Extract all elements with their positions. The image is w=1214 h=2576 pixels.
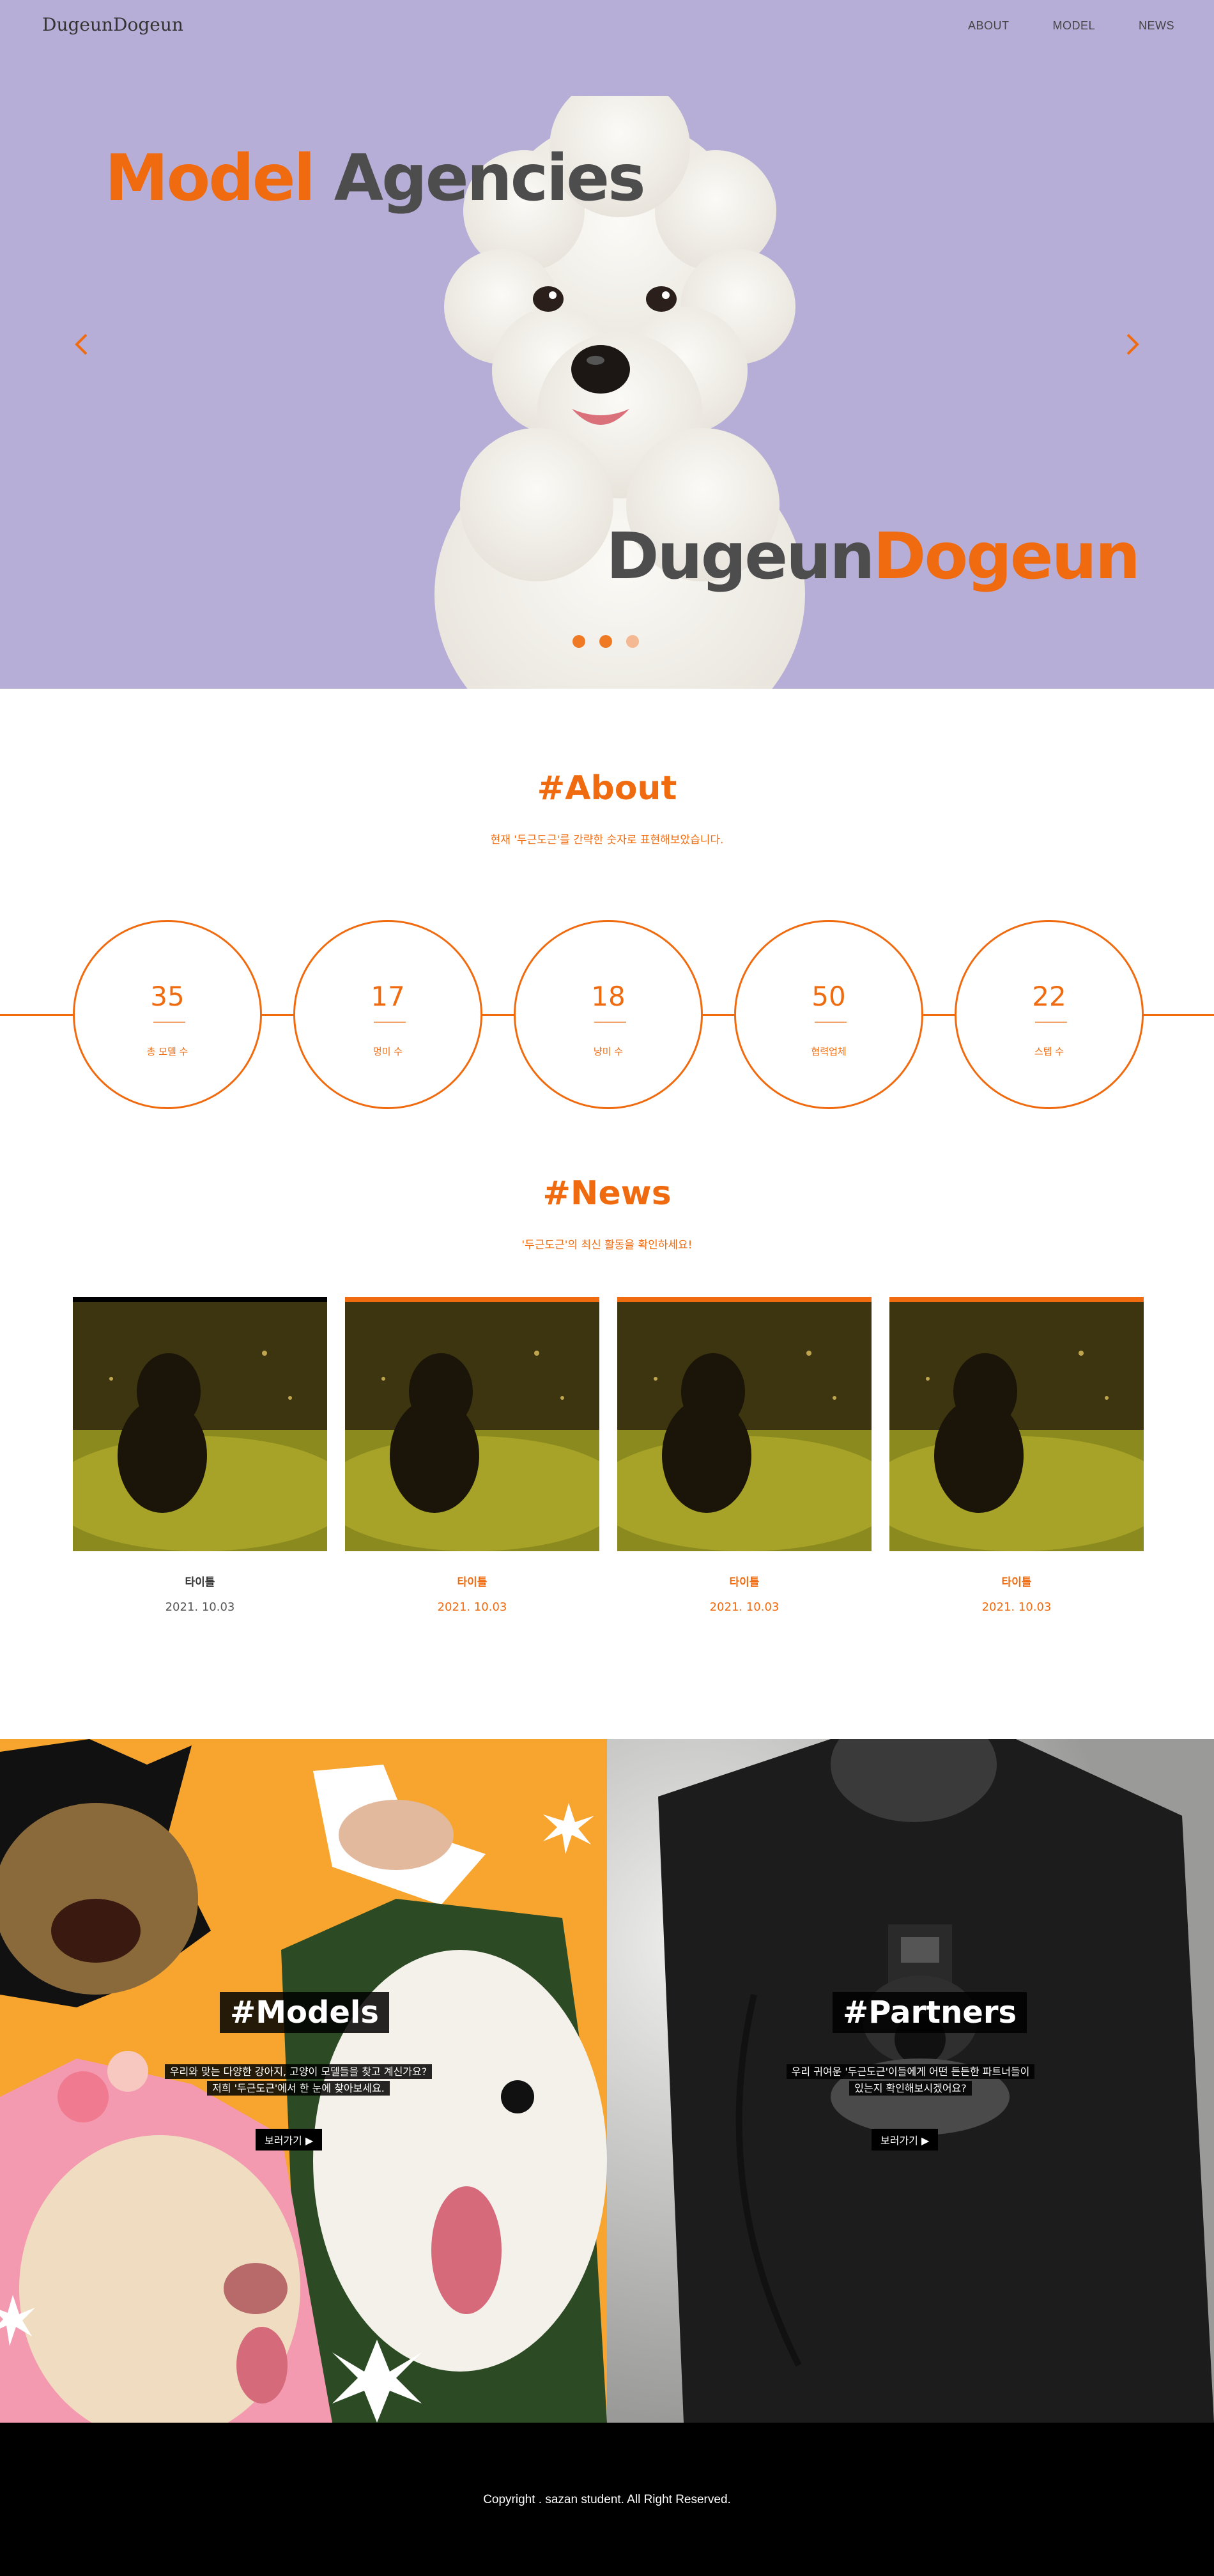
- stat-circle: 17 멍미 수: [293, 920, 482, 1109]
- hero-brand: DugeunDogeun: [606, 519, 1141, 594]
- partners-text-line-1: 우리 귀여운 '두근도근'이들에게 어떤 든든한 파트너들이: [786, 2064, 1035, 2079]
- about-title: #About: [537, 769, 677, 808]
- nav-model[interactable]: MODEL: [1052, 19, 1095, 33]
- news-title: #News: [542, 1174, 672, 1213]
- news-card[interactable]: 타이틀 2021. 10.03: [73, 1297, 327, 1614]
- news-card-date: 2021. 10.03: [981, 1600, 1052, 1614]
- about-subtitle: 현재 '두근도근'를 간략한 숫자로 표현해보았습니다.: [490, 834, 724, 847]
- stat-label: 멍미 수: [373, 1046, 403, 1057]
- news-card-title: 타이틀: [1001, 1576, 1032, 1589]
- hero-brand-highlight: Dogeun: [873, 519, 1141, 594]
- nav-about[interactable]: ABOUT: [968, 19, 1010, 33]
- news-thumbnail: [345, 1297, 599, 1551]
- news-card-date: 2021. 10.03: [165, 1600, 235, 1614]
- stat-label: 스텝 수: [1034, 1046, 1064, 1057]
- stat-value: 50: [811, 981, 846, 1012]
- stat-value: 18: [591, 981, 626, 1012]
- prev-slide-button[interactable]: [64, 327, 98, 362]
- news-card-date: 2021. 10.03: [709, 1600, 780, 1614]
- slide-dot-3[interactable]: [626, 635, 639, 648]
- main-nav: ABOUT MODEL NEWS: [968, 19, 1174, 33]
- news-card-title: 타이틀: [457, 1576, 488, 1589]
- stat-divider: [374, 1022, 406, 1023]
- models-heading: #Models: [220, 1992, 389, 2033]
- hero-title-highlight: Model: [105, 141, 316, 215]
- stat-divider: [1035, 1022, 1067, 1023]
- stat-circle: 50 협력업체: [734, 920, 923, 1109]
- news-card-date: 2021. 10.03: [437, 1600, 507, 1614]
- hero-title-rest: Agencies: [334, 141, 646, 215]
- news-card-title: 타이틀: [185, 1576, 215, 1589]
- stat-value: 35: [150, 981, 185, 1012]
- news-thumbnail: [617, 1297, 872, 1551]
- news-subtitle: '두근도근'의 최신 활동을 확인하세요!: [521, 1239, 693, 1252]
- stat-value: 22: [1032, 981, 1066, 1012]
- hero-slider: DugeunDogeun ABOUT MODEL NEWS Model Agen…: [0, 0, 1214, 689]
- stat-value: 17: [371, 981, 405, 1012]
- partners-heading: #Partners: [833, 1992, 1027, 2033]
- news-card[interactable]: 타이틀 2021. 10.03: [617, 1297, 872, 1614]
- news-card-title: 타이틀: [729, 1576, 760, 1589]
- partners-view-button[interactable]: 보러가기 ▶: [872, 2129, 939, 2150]
- copyright-text: Copyright . sazan student. All Right Res…: [483, 2493, 731, 2506]
- stat-divider: [594, 1022, 626, 1023]
- next-slide-button[interactable]: [1116, 327, 1150, 362]
- partners-description: 우리 귀여운 '두근도근'이들에게 어떤 든든한 파트너들이 있는지 확인해보시…: [760, 2064, 1061, 2097]
- slide-dot-2[interactable]: [599, 635, 612, 648]
- models-panel: #Models 우리와 맞는 다양한 강아지, 고양이 모델들을 찾고 계신가요…: [0, 1739, 607, 2423]
- nav-news[interactable]: NEWS: [1139, 19, 1174, 33]
- news-thumbnail: [889, 1297, 1144, 1551]
- partners-text-line-2: 있는지 확인해보시겠어요?: [849, 2081, 972, 2096]
- slide-pagination: [572, 635, 639, 648]
- stat-circle: 22 스텝 수: [955, 920, 1144, 1109]
- stat-label: 협력업체: [811, 1046, 847, 1057]
- stat-divider: [153, 1022, 185, 1023]
- models-view-button[interactable]: 보러가기 ▶: [256, 2129, 323, 2150]
- models-text-line-2: 저희 '두근도근'에서 한 눈에 찾아보세요.: [207, 2081, 390, 2096]
- hero-brand-plain: Dugeun: [606, 519, 875, 594]
- hero-title: Model Agencies: [105, 141, 646, 215]
- stat-circle: 18 냥미 수: [514, 920, 703, 1109]
- models-text-line-1: 우리와 맞는 다양한 강아지, 고양이 모델들을 찾고 계신가요?: [164, 2064, 433, 2079]
- news-card[interactable]: 타이틀 2021. 10.03: [889, 1297, 1144, 1614]
- models-description: 우리와 맞는 다양한 강아지, 고양이 모델들을 찾고 계신가요? 저희 '두근…: [148, 2064, 449, 2097]
- stat-divider: [815, 1022, 847, 1023]
- chevron-left-icon: [75, 334, 88, 355]
- site-footer: Copyright . sazan student. All Right Res…: [0, 2423, 1214, 2576]
- site-logo[interactable]: DugeunDogeun: [42, 14, 183, 35]
- news-card[interactable]: 타이틀 2021. 10.03: [345, 1297, 599, 1614]
- news-thumbnail: [73, 1297, 327, 1551]
- stat-circle: 35 총 모델 수: [73, 920, 262, 1109]
- chevron-right-icon: [1126, 334, 1139, 355]
- stat-label: 냥미 수: [593, 1046, 624, 1057]
- stat-label: 총 모델 수: [146, 1046, 188, 1057]
- slide-dot-1[interactable]: [572, 635, 585, 648]
- partners-panel: #Partners 우리 귀여운 '두근도근'이들에게 어떤 든든한 파트너들이…: [607, 1739, 1214, 2423]
